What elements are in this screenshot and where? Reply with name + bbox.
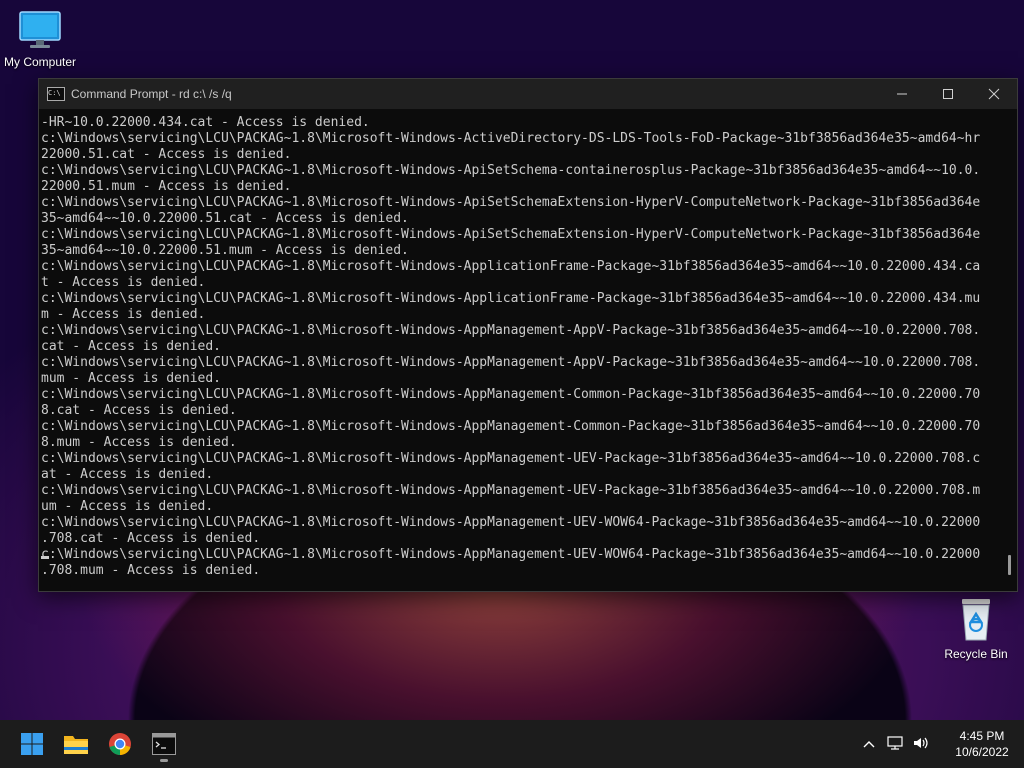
console-line: m - Access is denied. [41,307,206,322]
console-line: 8.cat - Access is denied. [41,403,237,418]
start-button[interactable] [12,724,52,764]
console-line: at - Access is denied. [41,467,214,482]
console-line: t - Access is denied. [41,275,206,290]
scrollbar-thumb[interactable] [1008,555,1011,575]
console-line: c:\Windows\servicing\LCU\PACKAG~1.8\Micr… [41,323,981,338]
console-line: c:\Windows\servicing\LCU\PACKAG~1.8\Micr… [41,259,981,274]
console-line: cat - Access is denied. [41,339,222,354]
network-icon[interactable] [882,735,908,754]
minimize-icon [897,93,907,95]
volume-icon[interactable] [908,735,934,754]
desktop-icon-label: Recycle Bin [944,647,1008,661]
console-line: 22000.51.cat - Access is denied. [41,147,292,162]
console-line: c:\Windows\servicing\LCU\PACKAG~1.8\Micr… [41,547,981,562]
desktop: My Computer Recycle Bin C:\ Command Prom… [0,0,1024,720]
system-tray: 4:45 PM 10/6/2022 [856,720,1024,768]
close-button[interactable] [971,79,1017,109]
console-line: .708.mum - Access is denied. [41,563,261,578]
taskbar: 4:45 PM 10/6/2022 [0,720,1024,768]
text-cursor [41,556,49,559]
minimize-button[interactable] [879,79,925,109]
chrome-icon [109,733,131,755]
maximize-icon [943,89,953,99]
clock-time: 4:45 PM [959,729,1005,743]
close-icon [988,88,1000,100]
console-line: c:\Windows\servicing\LCU\PACKAG~1.8\Micr… [41,163,981,178]
console-line: c:\Windows\servicing\LCU\PACKAG~1.8\Micr… [41,355,981,370]
console-line: -HR~10.0.22000.434.cat - Access is denie… [41,115,370,130]
command-prompt-icon: C:\ [47,87,65,101]
chevron-up-icon[interactable] [856,736,882,752]
command-prompt-taskbar-button[interactable] [144,724,184,764]
desktop-icon-my-computer[interactable]: My Computer [0,10,80,69]
console-line: 22000.51.mum - Access is denied. [41,179,292,194]
clock[interactable]: 4:45 PM 10/6/2022 [940,728,1024,760]
monitor-icon [19,11,61,48]
window-titlebar[interactable]: C:\ Command Prompt - rd c:\ /s /q [39,79,1017,109]
command-prompt-window[interactable]: C:\ Command Prompt - rd c:\ /s /q -HR~10… [38,78,1018,592]
console-line: um - Access is denied. [41,499,214,514]
console-line: c:\Windows\servicing\LCU\PACKAG~1.8\Micr… [41,483,981,498]
console-line: c:\Windows\servicing\LCU\PACKAG~1.8\Micr… [41,195,981,210]
console-line: c:\Windows\servicing\LCU\PACKAG~1.8\Micr… [41,419,981,434]
running-indicator [160,759,168,762]
maximize-button[interactable] [925,79,971,109]
file-explorer-icon [64,736,88,754]
recycle-bin-icon [962,599,990,641]
start-icon [21,733,43,755]
console-line: 35~amd64~~10.0.22000.51.cat - Access is … [41,211,409,226]
console-line: c:\Windows\servicing\LCU\PACKAG~1.8\Micr… [41,515,981,530]
console-line: c:\Windows\servicing\LCU\PACKAG~1.8\Micr… [41,387,981,402]
desktop-icon-label: My Computer [3,55,77,69]
file-explorer-button[interactable] [56,724,96,764]
window-title: Command Prompt - rd c:\ /s /q [71,87,232,101]
console-line: c:\Windows\servicing\LCU\PACKAG~1.8\Micr… [41,131,981,146]
console-line: .708.cat - Access is denied. [41,531,261,546]
console-output[interactable]: -HR~10.0.22000.434.cat - Access is denie… [39,109,1001,591]
console-line: 8.mum - Access is denied. [41,435,237,450]
console-line: c:\Windows\servicing\LCU\PACKAG~1.8\Micr… [41,291,981,306]
chrome-button[interactable] [100,724,140,764]
command-prompt-icon [152,733,176,755]
desktop-icon-recycle-bin[interactable]: Recycle Bin [936,596,1016,661]
console-line: c:\Windows\servicing\LCU\PACKAG~1.8\Micr… [41,227,981,242]
scrollbar[interactable] [1003,109,1017,591]
console-line: mum - Access is denied. [41,371,222,386]
clock-date: 10/6/2022 [955,745,1009,759]
console-line: 35~amd64~~10.0.22000.51.mum - Access is … [41,243,409,258]
console-line: c:\Windows\servicing\LCU\PACKAG~1.8\Micr… [41,451,981,466]
